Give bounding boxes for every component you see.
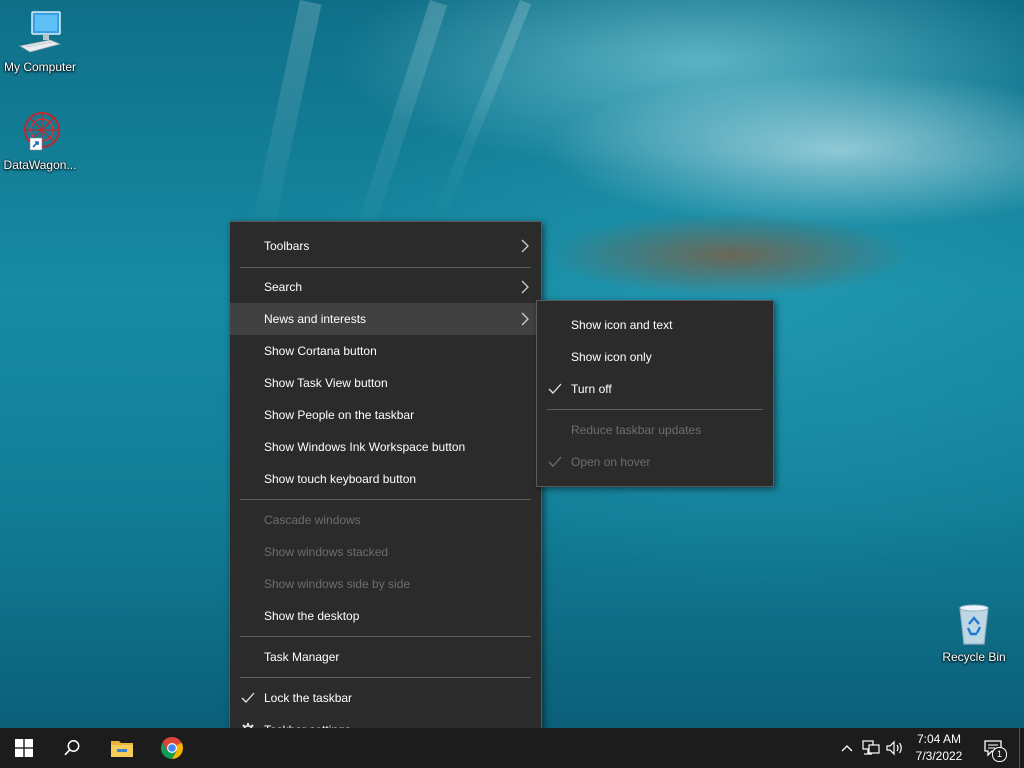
menu-item-show-cortana-button[interactable]: Show Cortana button [230, 335, 541, 367]
desktop-icon-label: Recycle Bin [942, 650, 1006, 664]
submenu-item-open-on-hover: Open on hover [537, 446, 773, 478]
desktop-icon-recycle-bin[interactable]: Recycle Bin [934, 600, 1014, 664]
clock-date: 7/3/2022 [915, 749, 963, 763]
action-center-button[interactable]: 1 [978, 728, 1008, 768]
taskbar[interactable]: 7:04 AM 7/3/2022 1 [0, 728, 1024, 768]
chevron-right-icon [521, 280, 529, 294]
search-icon [64, 740, 80, 756]
menu-item-label: Show Task View button [264, 376, 388, 390]
menu-item-show-the-desktop[interactable]: Show the desktop [230, 600, 541, 632]
menu-item-lock-the-taskbar[interactable]: Lock the taskbar [230, 682, 541, 714]
checkmark-icon [548, 456, 562, 467]
menu-item-show-people[interactable]: Show People on the taskbar [230, 399, 541, 431]
menu-item-label: News and interests [264, 312, 367, 326]
menu-item-show-task-view-button[interactable]: Show Task View button [230, 367, 541, 399]
show-desktop-button[interactable] [1019, 728, 1024, 768]
menu-item-label: Show touch keyboard button [264, 472, 417, 486]
menu-item-label: Toolbars [264, 239, 310, 253]
menu-item-show-touch-keyboard[interactable]: Show touch keyboard button [230, 463, 541, 495]
menu-item-label: Show the desktop [264, 609, 360, 623]
checkmark-icon [548, 383, 562, 394]
news-and-interests-submenu: Show icon and text Show icon only Turn o… [536, 300, 774, 487]
menu-item-label: Lock the taskbar [264, 691, 353, 705]
network-icon [862, 740, 880, 755]
menu-item-label: Show icon and text [571, 318, 673, 332]
chevron-right-icon [521, 312, 529, 326]
chrome-button[interactable] [148, 728, 196, 768]
submenu-item-show-icon-only[interactable]: Show icon only [537, 341, 773, 373]
menu-separator [240, 677, 531, 678]
submenu-item-turn-off[interactable]: Turn off [537, 373, 773, 405]
desktop-icon-label: My Computer [3, 60, 77, 74]
menu-item-label: Open on hover [571, 455, 651, 469]
menu-separator [240, 636, 531, 637]
file-explorer-button[interactable] [98, 728, 146, 768]
show-hidden-icons-button[interactable] [836, 728, 858, 768]
windows-start-icon [15, 739, 33, 757]
menu-item-label: Show Windows Ink Workspace button [264, 440, 466, 454]
desktop-icon-label: DataWagon... [3, 158, 77, 172]
chrome-icon [161, 737, 183, 759]
menu-separator [240, 267, 531, 268]
notification-count-badge: 1 [992, 747, 1007, 762]
menu-item-show-windows-stacked: Show windows stacked [230, 536, 541, 568]
menu-item-news-and-interests[interactable]: News and interests [230, 303, 541, 335]
menu-item-label: Show windows side by side [264, 577, 411, 591]
menu-item-show-windows-side-by-side: Show windows side by side [230, 568, 541, 600]
chevron-right-icon [521, 239, 529, 253]
recycle-bin-icon [950, 600, 998, 648]
menu-separator [240, 499, 531, 500]
light-ray [433, 0, 532, 218]
taskbar-context-menu: Toolbars Search News and interests Show … [229, 221, 542, 755]
menu-item-toolbars[interactable]: Toolbars [230, 230, 541, 262]
desktop-icon-my-computer[interactable]: My Computer [0, 10, 80, 74]
menu-item-label: Reduce taskbar updates [571, 423, 702, 437]
menu-item-label: Search [264, 280, 303, 294]
taskbar-clock[interactable]: 7:04 AM 7/3/2022 [898, 728, 980, 768]
checkmark-icon [241, 692, 255, 703]
menu-item-show-ink-workspace[interactable]: Show Windows Ink Workspace button [230, 431, 541, 463]
menu-item-label: Show windows stacked [264, 545, 389, 559]
menu-separator [547, 409, 763, 410]
submenu-item-show-icon-and-text[interactable]: Show icon and text [537, 309, 773, 341]
file-explorer-icon [111, 741, 133, 757]
chevron-up-icon [841, 745, 853, 752]
menu-item-cascade-windows: Cascade windows [230, 504, 541, 536]
menu-item-search[interactable]: Search [230, 271, 541, 303]
light-ray [349, 0, 448, 253]
search-button[interactable] [48, 728, 96, 768]
menu-item-label: Show icon only [571, 350, 652, 364]
submenu-item-reduce-taskbar-updates: Reduce taskbar updates [537, 414, 773, 446]
datawagon-icon [16, 108, 64, 156]
menu-item-label: Task Manager [264, 650, 340, 664]
menu-item-label: Cascade windows [264, 513, 361, 527]
light-ray [250, 0, 322, 240]
menu-item-task-manager[interactable]: Task Manager [230, 641, 541, 673]
menu-item-label: Show People on the taskbar [264, 408, 415, 422]
computer-icon [16, 10, 64, 58]
menu-item-label: Turn off [571, 382, 612, 396]
desktop-icon-datawagon[interactable]: DataWagon... [0, 108, 80, 172]
clock-time: 7:04 AM [916, 732, 962, 746]
network-button[interactable] [860, 728, 882, 768]
start-button[interactable] [0, 728, 48, 768]
menu-item-label: Show Cortana button [264, 344, 377, 358]
